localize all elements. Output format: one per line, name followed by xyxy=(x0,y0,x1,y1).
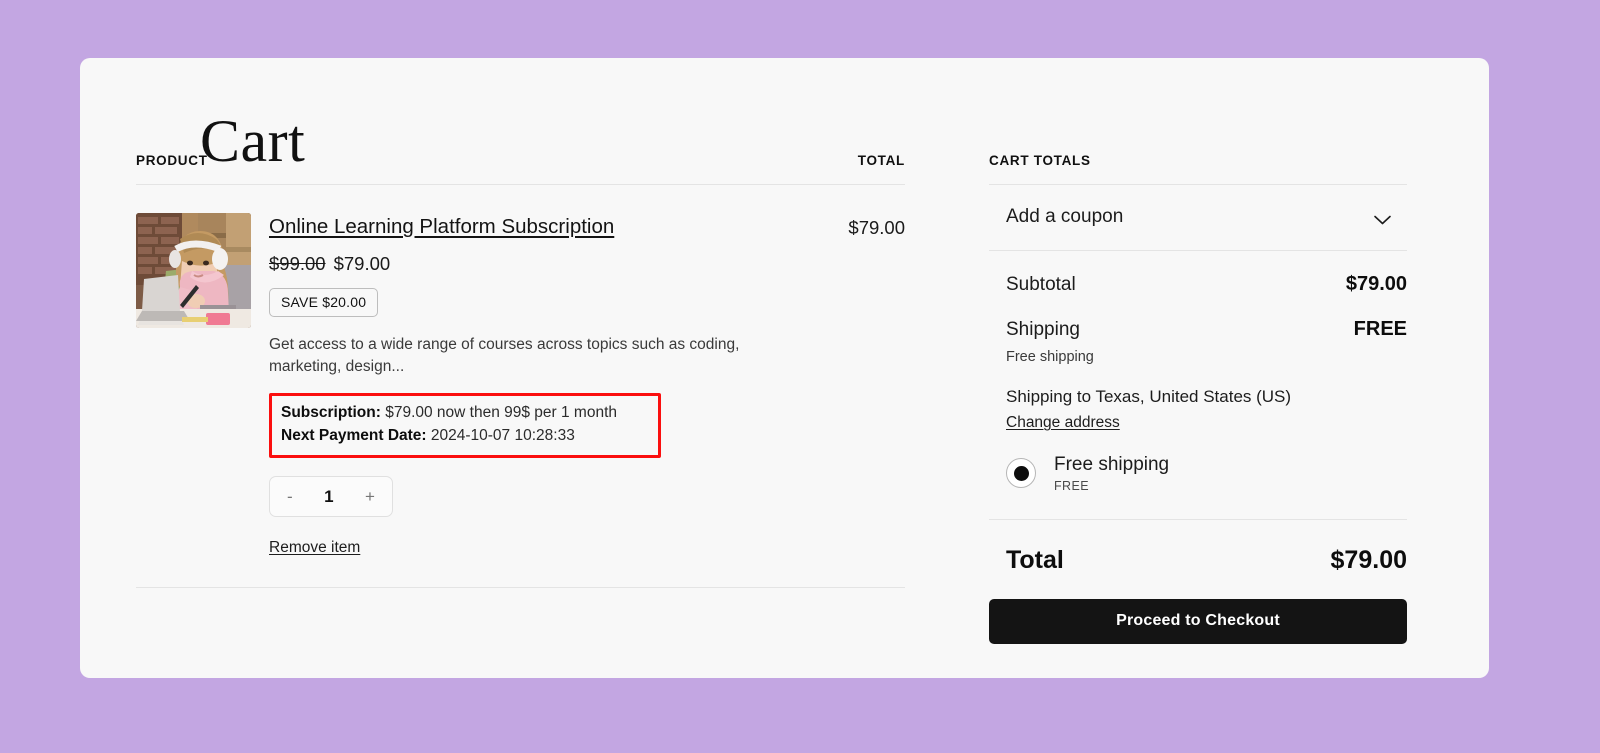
column-header-total: TOTAL xyxy=(857,153,905,168)
grand-total-value: $79.00 xyxy=(1330,545,1407,574)
shipping-method-note: Free shipping xyxy=(1006,349,1094,365)
shipping-row: Shipping FREE xyxy=(989,296,1407,341)
save-badge: SAVE $20.00 xyxy=(269,288,379,317)
cart-totals-panel: CART TOTALS Add a coupon Subtotal $79.00… xyxy=(989,153,1407,644)
shipping-option-free-shipping[interactable]: Free shipping FREE xyxy=(989,454,1407,520)
quantity-stepper[interactable]: - 1 + xyxy=(269,476,393,518)
product-price-line: $99.00 $79.00 xyxy=(269,253,848,275)
product-price-current: $79.00 xyxy=(333,253,391,274)
product-details: Online Learning Platform Subscription $9… xyxy=(251,213,848,557)
next-payment-value: 2024-10-07 10:28:33 xyxy=(430,427,575,445)
quantity-value[interactable]: 1 xyxy=(324,487,333,507)
next-payment-line: Next Payment Date: 2024-10-07 10:28:33 xyxy=(281,424,649,448)
remove-item-link[interactable]: Remove item xyxy=(269,539,360,557)
grand-total-label: Total xyxy=(1006,545,1064,574)
proceed-to-checkout-button[interactable]: Proceed to Checkout xyxy=(989,598,1407,644)
radio-button-free-shipping[interactable] xyxy=(1006,458,1036,489)
subtotal-label: Subtotal xyxy=(1006,274,1076,295)
subscription-label: Subscription: xyxy=(281,403,381,421)
add-coupon-row[interactable]: Add a coupon xyxy=(989,185,1407,251)
shipping-option-name: Free shipping xyxy=(1054,454,1170,475)
add-coupon-label: Add a coupon xyxy=(1006,206,1124,227)
subtotal-row: Subtotal $79.00 xyxy=(989,251,1407,296)
product-price-original: $99.00 xyxy=(269,253,326,274)
product-title-link[interactable]: Online Learning Platform Subscription xyxy=(269,215,614,239)
quantity-decrease-button[interactable]: - xyxy=(284,486,296,507)
shipping-value: FREE xyxy=(1353,318,1407,340)
shipping-label: Shipping xyxy=(1006,319,1080,340)
chevron-down-icon xyxy=(1374,212,1391,225)
quantity-increase-button[interactable]: + xyxy=(362,486,378,507)
radio-selected-dot xyxy=(1013,465,1029,481)
subscription-value: $79.00 now then 99$ per 1 month xyxy=(385,403,618,421)
column-header-product: PRODUCT xyxy=(136,153,208,168)
product-table: PRODUCT TOTAL Online Learning Platform S… xyxy=(136,153,905,589)
change-address-link[interactable]: Change address xyxy=(1006,414,1120,432)
product-thumbnail[interactable] xyxy=(136,213,251,328)
grand-total-row: Total $79.00 xyxy=(989,520,1407,599)
shipping-option-text: Free shipping FREE xyxy=(1054,454,1169,493)
shipping-destination: Shipping to Texas, United States (US) xyxy=(1006,387,1292,406)
product-description: Get access to a wide range of courses ac… xyxy=(269,336,740,376)
cart-totals-heading: CART TOTALS xyxy=(989,153,1407,185)
cart-card: Cart PRODUCT TOTAL Online Learning Platf… xyxy=(80,58,1489,678)
table-header-row: PRODUCT TOTAL xyxy=(136,153,905,185)
subscription-terms-line: Subscription: $79.00 now then 99$ per 1 … xyxy=(281,401,649,425)
shipping-option-price: FREE xyxy=(1054,478,1089,493)
next-payment-label: Next Payment Date: xyxy=(281,427,427,445)
subscription-highlight-box: Subscription: $79.00 now then 99$ per 1 … xyxy=(269,392,661,459)
table-row: Online Learning Platform Subscription $9… xyxy=(136,185,905,589)
subtotal-value: $79.00 xyxy=(1345,273,1407,295)
product-line-total: $79.00 xyxy=(848,217,905,238)
